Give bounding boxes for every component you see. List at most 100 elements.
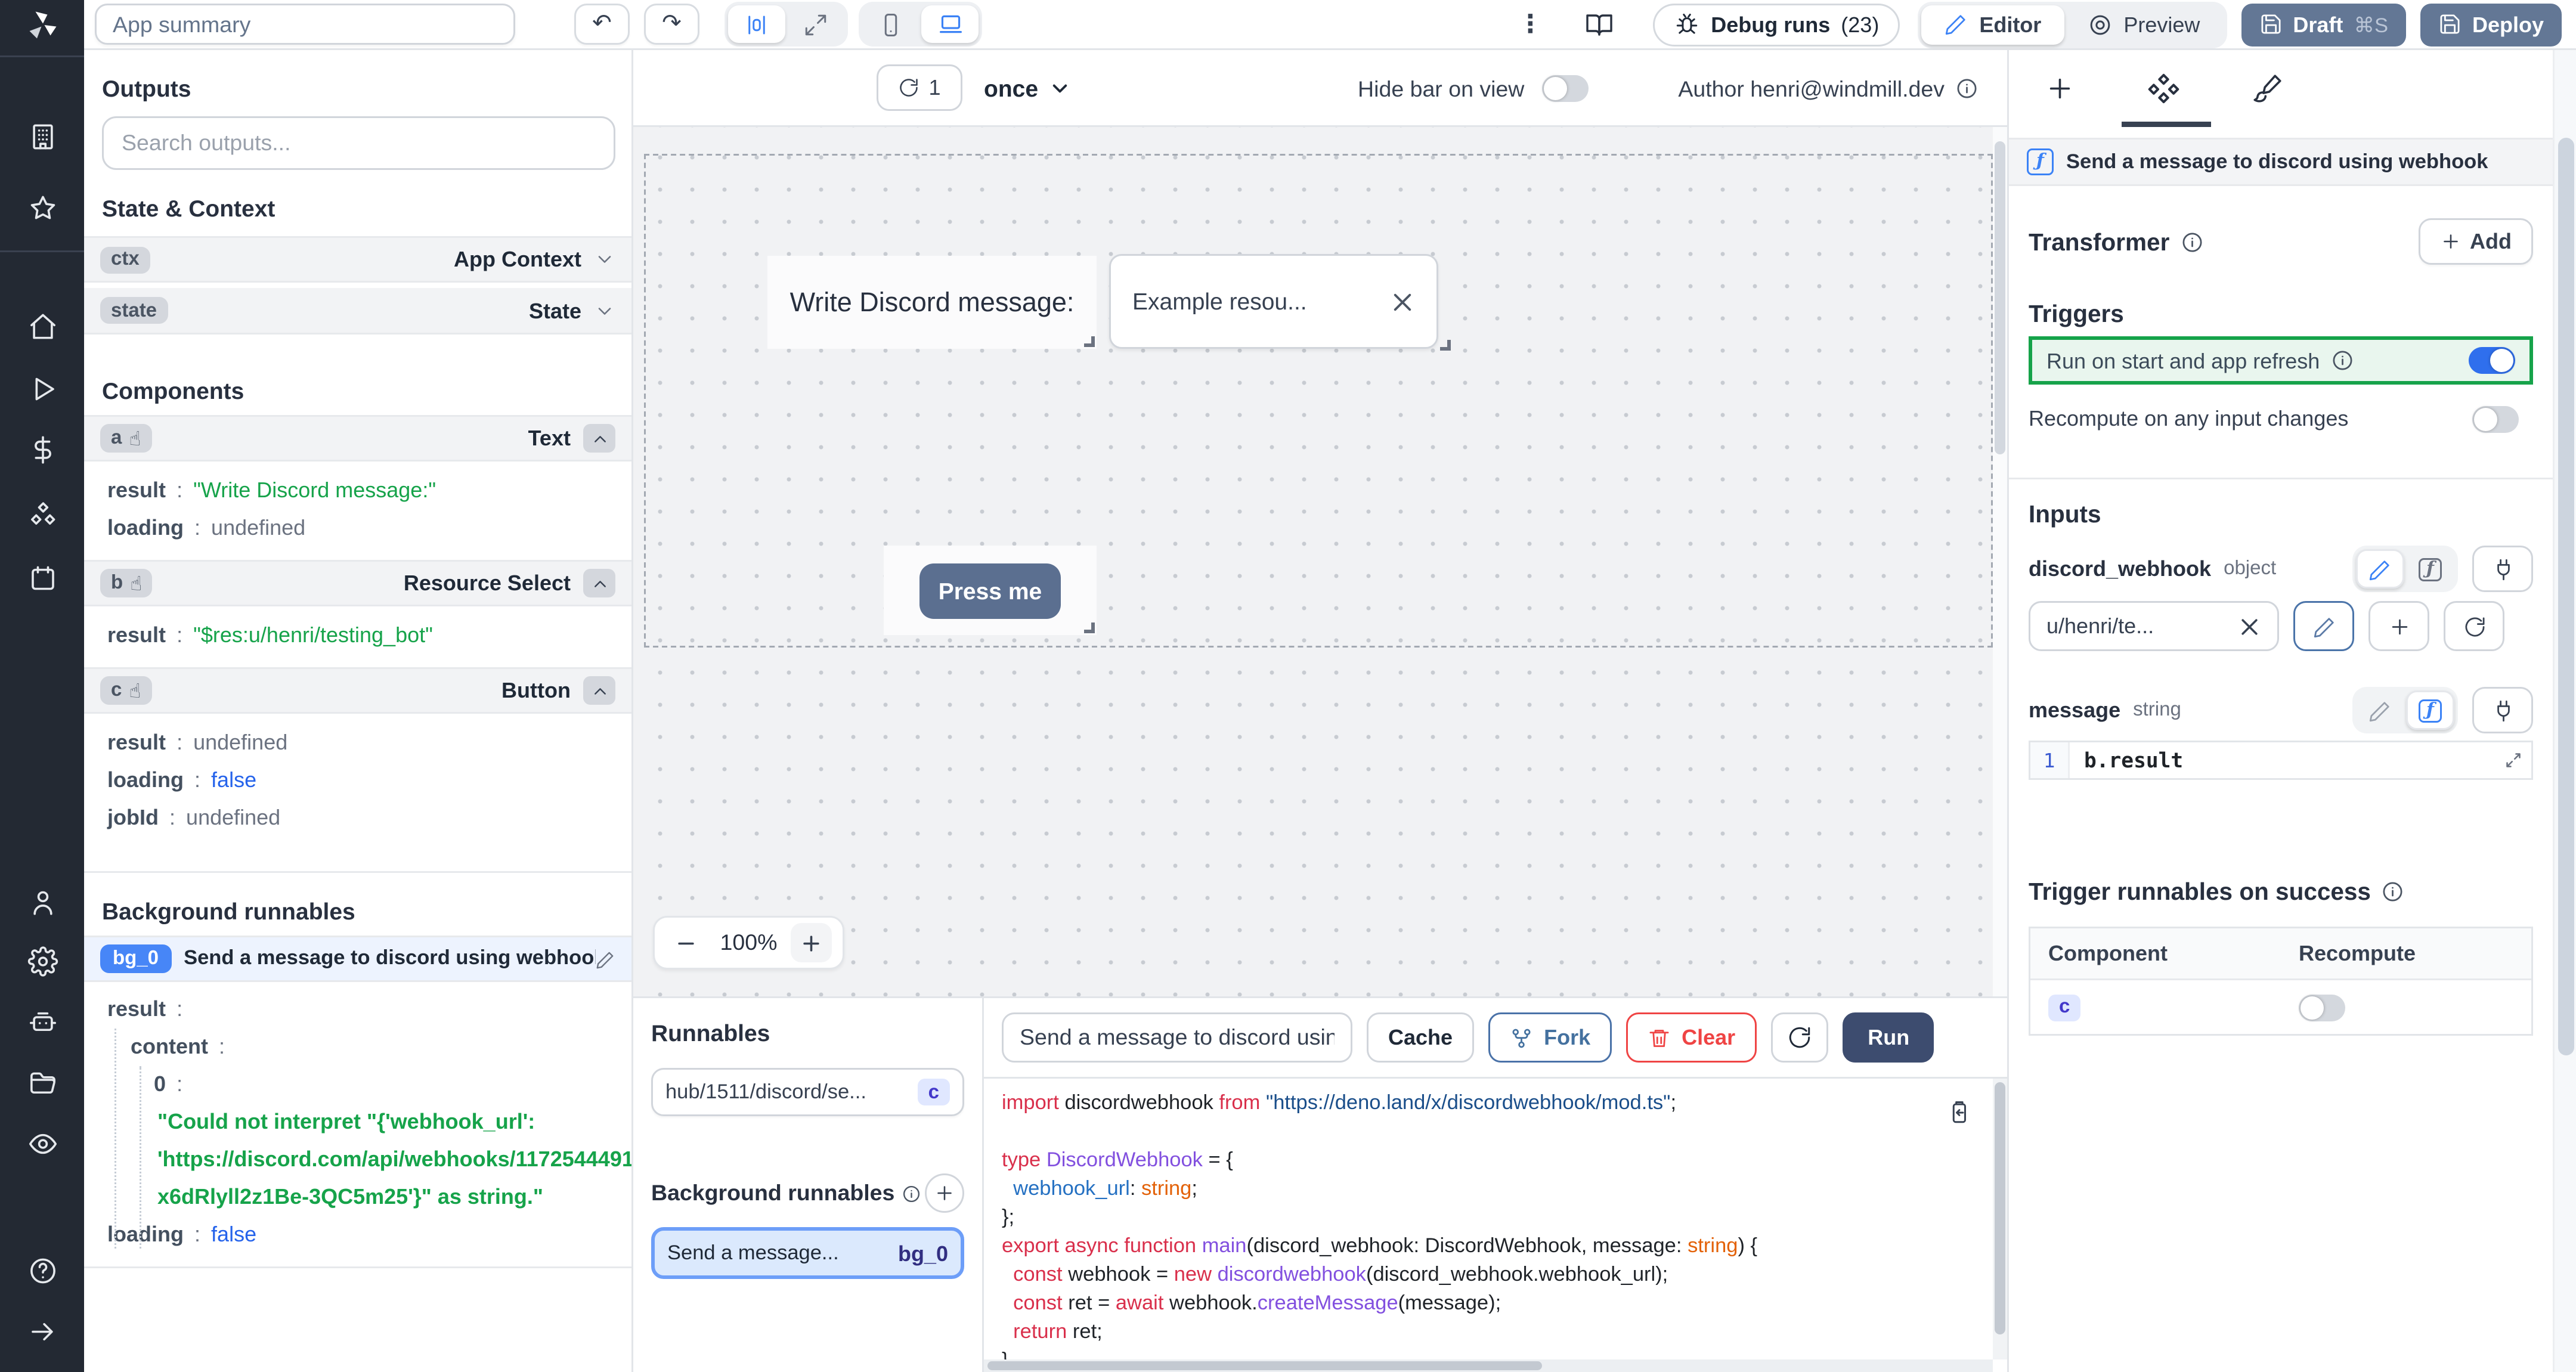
cache-button[interactable]: Cache xyxy=(1367,1012,1475,1063)
refresh-count-button[interactable]: 1 xyxy=(877,64,962,111)
tab-component-settings[interactable] xyxy=(2131,57,2195,121)
zoom-out-button[interactable] xyxy=(665,923,706,962)
resize-handle[interactable] xyxy=(1084,622,1095,633)
app-summary-input[interactable] xyxy=(95,4,515,45)
connect-plug-button[interactable] xyxy=(2472,546,2533,592)
fullscreen-button[interactable] xyxy=(787,5,844,43)
script-name-input[interactable] xyxy=(1002,1012,1352,1063)
folders-icon[interactable] xyxy=(27,1070,57,1100)
recompute-c-toggle[interactable] xyxy=(2299,993,2345,1021)
clear-x-icon[interactable] xyxy=(2238,615,2261,638)
clear-button[interactable]: Clear xyxy=(1626,1012,1757,1063)
component-a-row[interactable]: a ☝ Text xyxy=(84,415,631,462)
state-row[interactable]: state State xyxy=(84,288,631,335)
resource-select-component[interactable]: Example resou... xyxy=(1109,254,1451,351)
info-icon[interactable] xyxy=(2330,349,2354,372)
message-expression-editor[interactable]: 1 b.result xyxy=(2029,741,2533,780)
debug-runs-button[interactable]: Debug runs (23) xyxy=(1654,2,1901,46)
info-icon[interactable] xyxy=(902,1184,921,1203)
search-outputs-input[interactable] xyxy=(102,116,615,170)
reload-button[interactable] xyxy=(1771,1012,1829,1063)
code-vertical-scrollbar[interactable] xyxy=(1993,1079,2007,1359)
workers-robot-icon[interactable] xyxy=(27,1007,57,1037)
help-icon[interactable] xyxy=(27,1256,57,1286)
eval-mode-button[interactable] xyxy=(2406,549,2454,589)
right-panel-scrollbar[interactable] xyxy=(2553,50,2576,1372)
info-icon[interactable] xyxy=(1955,77,1979,100)
chevron-down-icon[interactable] xyxy=(594,300,615,321)
connect-plug-button[interactable] xyxy=(2472,687,2533,733)
workspace-buildings-icon[interactable] xyxy=(27,122,57,152)
info-icon[interactable] xyxy=(2382,880,2405,903)
deploy-button[interactable]: Deploy xyxy=(2420,2,2562,46)
add-bg-runnable-button[interactable] xyxy=(925,1173,964,1213)
favorites-star-icon[interactable] xyxy=(27,193,57,224)
refresh-icon xyxy=(1789,1027,1810,1048)
audit-eye-icon[interactable] xyxy=(27,1129,57,1159)
app-canvas[interactable]: Write Discord message: Example resou... … xyxy=(633,127,2007,996)
more-menu-button[interactable]: ⋮ xyxy=(1507,10,1553,39)
zoom-in-button[interactable] xyxy=(791,923,832,962)
chevron-up-icon[interactable] xyxy=(583,424,615,453)
clipboard-copy-icon[interactable] xyxy=(1946,1100,1971,1125)
resize-handle[interactable] xyxy=(1440,340,1451,351)
fork-button[interactable]: Fork xyxy=(1488,1012,1612,1063)
draft-button[interactable]: Draft ⌘S xyxy=(2241,2,2406,46)
desktop-view-button[interactable] xyxy=(921,5,979,43)
code-horizontal-scrollbar[interactable] xyxy=(984,1359,1993,1372)
add-resource-button[interactable] xyxy=(2368,601,2429,651)
settings-gear-icon[interactable] xyxy=(27,946,57,977)
refresh-resource-button[interactable] xyxy=(2444,601,2504,651)
code-editor[interactable]: import discordwebhook from "https://deno… xyxy=(984,1077,2007,1372)
hide-bar-toggle[interactable] xyxy=(1542,75,1589,102)
tab-styling[interactable] xyxy=(2234,57,2299,121)
home-icon[interactable] xyxy=(27,311,57,342)
static-mode-button[interactable] xyxy=(2356,549,2404,589)
canvas-scrollbar[interactable] xyxy=(1993,127,2007,996)
inputs-title: Inputs xyxy=(2029,501,2101,528)
resource-picker[interactable]: u/henri/te... xyxy=(2029,601,2279,651)
clear-x-icon[interactable] xyxy=(1390,289,1415,314)
schedules-calendar-icon[interactable] xyxy=(27,563,57,594)
component-c-chip[interactable]: c xyxy=(2048,993,2081,1021)
redo-button[interactable]: ↷ xyxy=(644,4,699,45)
edit-resource-button[interactable] xyxy=(2293,601,2354,651)
mobile-view-button[interactable] xyxy=(862,5,919,43)
hand-pointer-icon: ☝ xyxy=(129,679,141,702)
undo-button[interactable]: ↶ xyxy=(574,4,630,45)
tab-editor[interactable]: Editor xyxy=(1922,4,2065,44)
docs-book-button[interactable] xyxy=(1586,10,1614,39)
text-component[interactable]: Write Discord message: xyxy=(767,256,1097,349)
recompute-toggle[interactable] xyxy=(2472,405,2519,432)
expand-icon[interactable] xyxy=(2503,750,2524,771)
press-me-button[interactable]: Press me xyxy=(919,562,1061,618)
eval-mode-button[interactable] xyxy=(2406,690,2454,730)
resize-handle[interactable] xyxy=(1084,336,1095,347)
variables-dollar-icon[interactable] xyxy=(27,435,57,465)
component-b-row[interactable]: b ☝ Resource Select xyxy=(84,560,631,606)
bg-runnable-item[interactable]: Send a message... bg_0 xyxy=(651,1227,964,1279)
runnable-item-hub[interactable]: hub/1511/discord/se... c xyxy=(651,1068,964,1116)
static-mode-button[interactable] xyxy=(2356,690,2404,730)
chevron-up-icon[interactable] xyxy=(583,569,615,597)
chevron-up-icon[interactable] xyxy=(583,676,615,705)
tab-insert-component[interactable] xyxy=(2027,57,2091,121)
run-button[interactable]: Run xyxy=(1843,1012,1935,1063)
ctx-row[interactable]: ctx App Context xyxy=(84,236,631,283)
edit-pencil-icon[interactable] xyxy=(596,949,615,969)
add-transformer-button[interactable]: Add xyxy=(2418,218,2533,265)
resources-boxes-icon[interactable] xyxy=(27,501,57,531)
runs-play-icon[interactable] xyxy=(27,374,57,404)
chevron-down-icon[interactable] xyxy=(594,249,615,270)
run-on-start-toggle[interactable] xyxy=(2469,347,2515,374)
windmill-logo-icon[interactable] xyxy=(24,7,60,52)
info-icon[interactable] xyxy=(2180,230,2203,253)
run-mode-select[interactable]: once xyxy=(984,64,1072,111)
bg0-row[interactable]: bg_0 Send a message to discord using web… xyxy=(84,936,631,982)
tab-preview[interactable]: Preview xyxy=(2064,5,2223,44)
align-center-button[interactable] xyxy=(728,5,785,43)
component-c-row[interactable]: c ☝ Button xyxy=(84,667,631,714)
pencil-icon xyxy=(1946,15,1967,35)
expand-sidebar-arrow-icon[interactable] xyxy=(27,1317,57,1347)
user-icon[interactable] xyxy=(27,887,57,918)
